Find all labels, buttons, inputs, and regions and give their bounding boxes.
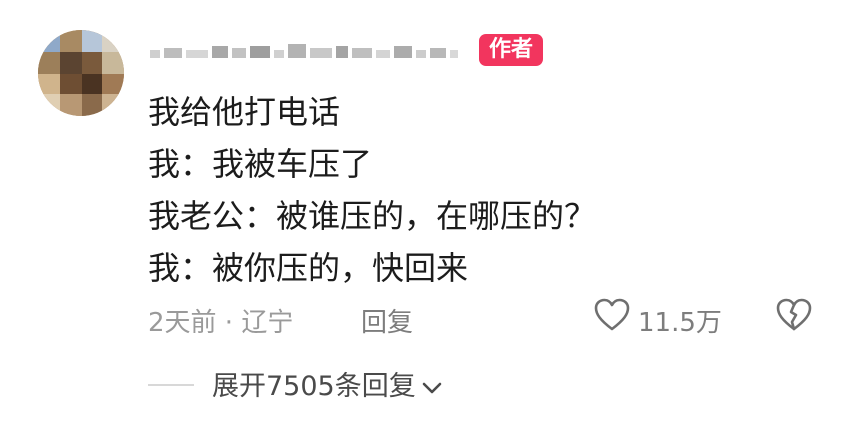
comment-line: 我：我被车压了 — [148, 145, 373, 183]
broken-heart-icon[interactable] — [776, 298, 812, 332]
like-count: 11.5万 — [638, 308, 722, 338]
comment-time-location: 2天前 · 辽宁 — [148, 308, 294, 338]
comment-text: 我给他打电话 我：我被车压了 我老公：被谁压的，在哪压的？ 我：被你压的，快回来 — [148, 86, 848, 294]
expand-replies-label: 展开7505条回复 — [212, 371, 416, 402]
author-username-obscured[interactable] — [150, 44, 460, 60]
expand-replies-button[interactable]: 展开7505条回复 — [212, 364, 442, 403]
comment-line: 我：被你压的，快回来 — [148, 249, 469, 287]
comment-line: 我给他打电话 — [148, 93, 341, 131]
divider — [148, 384, 194, 386]
author-badge: 作者 — [479, 34, 544, 66]
author-avatar[interactable] — [38, 30, 124, 116]
comment-line: 我老公：被谁压的，在哪压的？ — [148, 197, 597, 235]
chevron-down-icon — [422, 382, 442, 393]
expand-replies-row: 展开7505条回复 — [148, 362, 648, 406]
comment-meta-row: 2天前 · 辽宁 回复 11.5万 — [148, 294, 838, 342]
pixelated-avatar-image — [38, 30, 124, 116]
pixelated-username-image — [150, 44, 458, 58]
reply-button[interactable]: 回复 — [361, 302, 413, 339]
heart-outline-icon — [594, 298, 630, 331]
